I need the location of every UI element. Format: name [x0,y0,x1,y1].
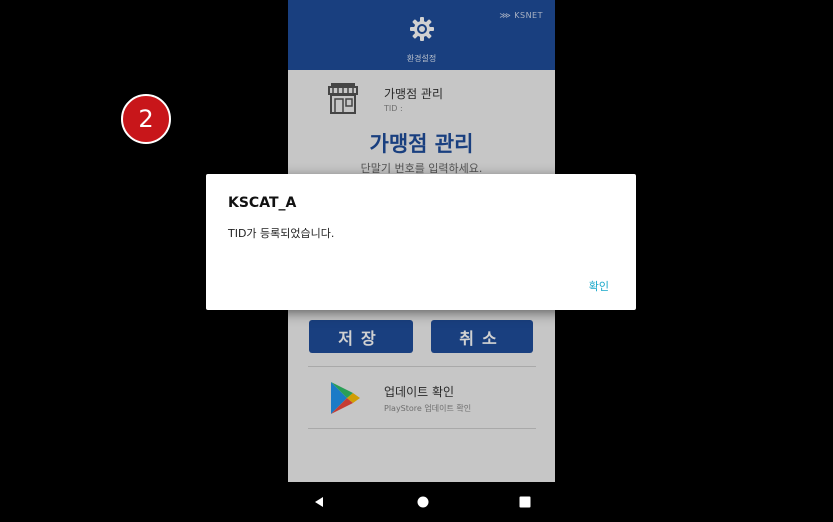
recents-icon[interactable] [505,482,545,522]
gear-icon[interactable] [409,16,435,42]
update-subtitle: PlayStore 업데이트 확인 [384,404,472,413]
divider [308,428,536,429]
alert-dialog: KSCAT_A TID가 등록되었습니다. 확인 [206,174,636,310]
brand-name: KSNET [514,11,543,20]
back-icon[interactable] [299,482,339,522]
page-title: 가맹점 관리 [369,132,474,156]
update-title[interactable]: 업데이트 확인 [384,383,454,400]
brand-logo: ⋙ KSNET [499,11,543,20]
step-badge: 2 [121,94,171,144]
divider [308,366,536,367]
save-button[interactable]: 저장 [309,320,413,353]
tid-label: TID : [384,104,403,113]
android-nav-bar [288,482,555,522]
dialog-message: TID가 등록되었습니다. [228,227,335,240]
play-store-icon[interactable] [329,380,361,416]
store-title: 가맹점 관리 [384,87,444,101]
settings-label: 환경설정 [406,54,437,63]
dialog-ok-button[interactable]: 확인 [589,278,609,294]
store-icon [328,83,358,114]
dialog-title: KSCAT_A [228,195,297,211]
app-header: 환경설정 ⋙ KSNET [288,0,555,70]
cancel-button[interactable]: 취소 [431,320,533,353]
ksnet-logo-icon: ⋙ [499,11,512,20]
home-icon[interactable] [403,482,443,522]
